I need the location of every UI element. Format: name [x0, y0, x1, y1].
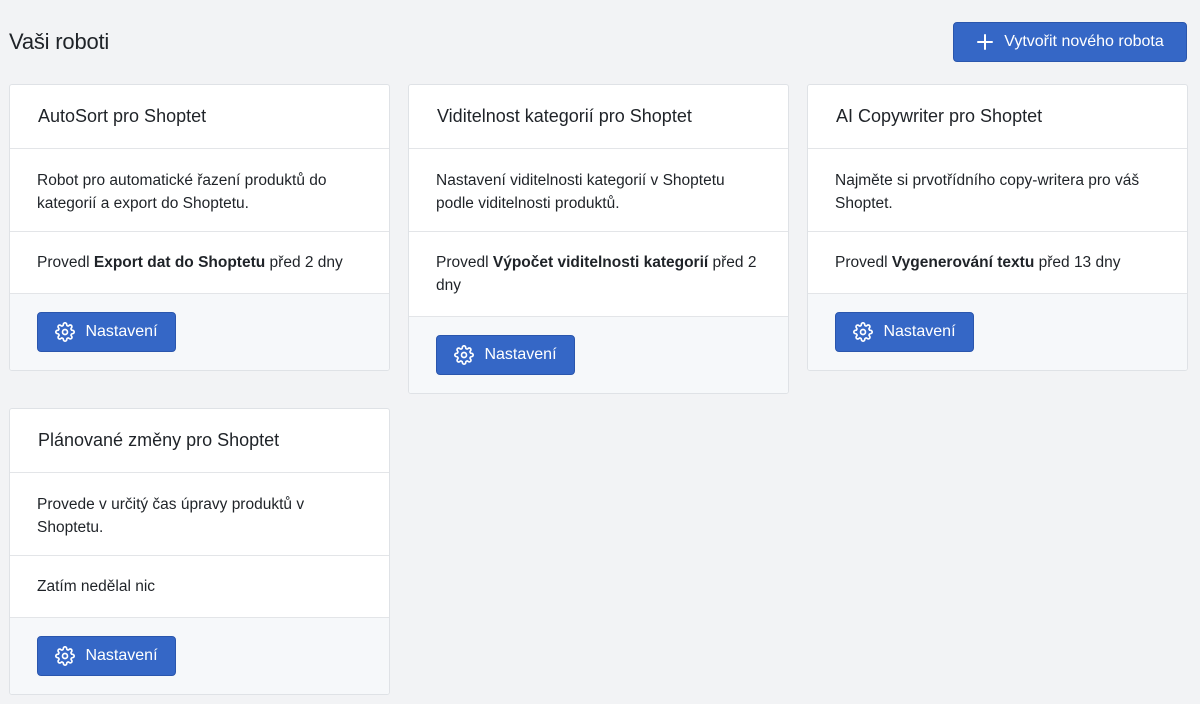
robots-page: Vaši roboti Vytvořit nového robota AutoS… — [0, 0, 1200, 704]
robot-card-category-visibility: Viditelnost kategorií pro Shoptet Nastav… — [408, 84, 789, 394]
activity-prefix: Provedl — [37, 254, 90, 271]
create-robot-label: Vytvořit nového robota — [1004, 33, 1164, 50]
robot-card-title: AI Copywriter pro Shoptet — [808, 85, 1187, 149]
activity-action: Export dat do Shoptetu — [93, 254, 266, 271]
robot-card-autosort: AutoSort pro Shoptet Robot pro automatic… — [9, 84, 390, 371]
settings-label: Nastavení — [484, 346, 557, 363]
settings-label: Nastavení — [85, 323, 158, 340]
robot-card-title: Viditelnost kategorií pro Shoptet — [409, 85, 788, 149]
gear-icon — [55, 322, 76, 342]
activity-time: před 2 dny — [269, 254, 343, 271]
activity-prefix: Provedl — [835, 254, 888, 271]
settings-label: Nastavení — [85, 647, 158, 664]
gear-icon — [55, 646, 76, 666]
robot-card-activity: Provedl Export dat do Shoptetu před 2 dn… — [10, 232, 389, 294]
activity-prefix: Provedl — [436, 254, 489, 271]
robot-card-description: Nastavení viditelnosti kategorií v Shopt… — [409, 149, 788, 232]
plus-icon — [977, 34, 994, 50]
settings-button[interactable]: Nastavení — [436, 335, 575, 375]
robot-card-title: Plánované změny pro Shoptet — [10, 409, 389, 473]
robot-card-activity: Provedl Vygenerování textu před 13 dny — [808, 232, 1187, 294]
robot-card-activity: Provedl Výpočet viditelnosti kategorií p… — [409, 232, 788, 317]
robot-card-footer: Nastavení — [10, 294, 389, 370]
gear-icon — [853, 322, 874, 342]
activity-action: Vygenerování textu — [891, 254, 1035, 271]
robot-card-footer: Nastavení — [409, 317, 788, 393]
robot-card-description: Najměte si prvotřídního copy-writera pro… — [808, 149, 1187, 232]
robot-card-scheduled-changes: Plánované změny pro Shoptet Provede v ur… — [9, 408, 390, 695]
settings-button[interactable]: Nastavení — [835, 312, 974, 352]
robot-card-title: AutoSort pro Shoptet — [10, 85, 389, 149]
settings-label: Nastavení — [883, 323, 956, 340]
robot-card-description: Robot pro automatické řazení produktů do… — [10, 149, 389, 232]
settings-button[interactable]: Nastavení — [37, 312, 176, 352]
create-robot-button[interactable]: Vytvořit nového robota — [953, 22, 1187, 62]
robot-card-ai-copywriter: AI Copywriter pro Shoptet Najměte si prv… — [807, 84, 1188, 371]
page-title: Vaši roboti — [9, 29, 110, 54]
activity-action: Výpočet viditelnosti kategorií — [492, 254, 709, 271]
robot-card-footer: Nastavení — [10, 618, 389, 694]
settings-button[interactable]: Nastavení — [37, 636, 176, 676]
robot-card-activity: Zatím nedělal nic — [10, 556, 389, 618]
activity-time: před 13 dny — [1038, 254, 1121, 271]
robot-card-description: Provede v určitý čas úpravy produktů v S… — [10, 473, 389, 556]
gear-icon — [454, 345, 475, 365]
robot-card-footer: Nastavení — [808, 294, 1187, 370]
